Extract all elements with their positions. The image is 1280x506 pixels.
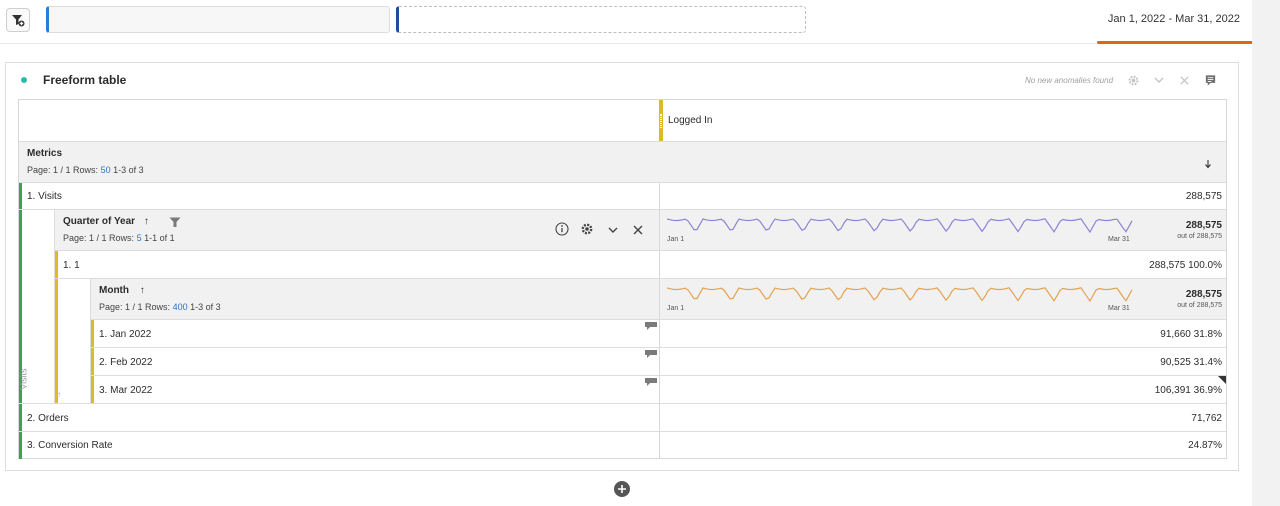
date-range[interactable]: Jan 1, 2022 - Mar 31, 2022 [1108,13,1240,25]
close-icon [633,225,643,235]
flag-icon[interactable] [645,322,657,330]
row-label: 2. Feb 2022 [99,357,153,368]
sort-down-icon [1205,160,1211,169]
row-value: 71,762 [1191,413,1222,424]
panel-settings-button[interactable] [1125,72,1141,88]
segment-field[interactable] [46,6,390,33]
chevron-down-icon [608,227,618,233]
comment-icon [1205,74,1215,86]
breakdown-side-label: Visits [18,368,29,390]
table-row[interactable]: 1. 1 288,575 100.0% [55,251,1226,279]
plus-circle-icon [614,481,630,497]
chevron-down-icon [1154,77,1164,83]
month-gutter [55,279,91,404]
table-row[interactable]: 1. Jan 2022 91,660 31.8% [91,320,1226,348]
sparkline-start: Jan 1 [667,305,685,312]
row-value: 288,575 100.0% [1149,260,1222,271]
month-sparkline [667,287,1133,303]
row-label: 1. 1 [63,260,80,271]
add-filter-button[interactable] [6,8,30,32]
row-label: 1. Jan 2022 [99,329,152,340]
filter-add-icon [12,15,25,27]
gear-icon [581,223,593,235]
quarter-sparkline [667,218,1133,234]
rows-per-page-select[interactable]: 50 [101,165,111,175]
metrics-title: Metrics [27,148,63,159]
info-icon [555,222,569,236]
month-pagination: Page: 1 / 1 Rows: 400 1-3 of 3 [99,302,221,312]
row-value: 106,391 36.9% [1154,385,1222,396]
month-total-sub: out of 288,575 [1177,302,1222,309]
month-breakdown-header: Month ↑ Page: 1 / 1 Rows: 400 1-3 of 3 J… [91,279,1226,320]
freeform-table: Logged In Metrics Page: 1 / 1 Rows: 50 1… [18,99,1227,459]
metrics-pagination: Page: 1 / 1 Rows: 50 1-3 of 3 [27,165,144,175]
top-bar: Jan 1, 2022 - Mar 31, 2022 [0,0,1280,44]
table-row[interactable]: 3. Conversion Rate 24.87% [19,432,1226,459]
panel-collapse-button[interactable] [1151,72,1167,88]
table-row[interactable]: 2. Orders 71,762 [19,404,1226,432]
month-total: 288,575 [1185,289,1222,300]
flag-icon[interactable] [645,378,657,386]
quarter-pagination: Page: 1 / 1 Rows: 5 1-1 of 1 [63,233,175,243]
rows-per-page-select[interactable]: 400 [173,302,188,312]
month-title[interactable]: Month ↑ [99,285,145,296]
info-button[interactable] [555,222,569,241]
close-icon [1179,75,1189,85]
scrollbar-track[interactable] [1252,0,1280,506]
column-header-logged-in[interactable]: Logged In [668,115,713,126]
sort-up-icon[interactable]: ↑ [144,216,149,227]
panel-close-button[interactable] [1176,72,1192,88]
breakdown-collapse-button[interactable] [607,223,619,241]
panel-notes-button[interactable] [1202,72,1218,88]
row-value: 90,525 31.4% [1160,357,1222,368]
flag-icon[interactable] [645,350,657,358]
table-row[interactable]: 1. Visits 288,575 [19,183,1226,210]
breakdown-close-button[interactable] [632,223,644,241]
quarter-total-sub: out of 288,575 [1177,233,1222,240]
segment-drop-zone[interactable] [396,6,806,33]
quarter-title[interactable]: Quarter of Year ↑ [63,216,149,227]
freeform-panel: Freeform table No new anomalies found Lo… [5,62,1239,471]
gear-icon [1128,75,1138,85]
sparkline-start: Jan 1 [667,236,685,243]
quarter-breakdown-header: Quarter of Year ↑ Page: 1 / 1 Rows: 5 1-… [55,210,1226,251]
row-value: 24.87% [1188,440,1222,451]
panel-title[interactable]: Freeform table [43,73,126,87]
panel-status-dot [21,77,27,83]
breakdown-settings-button[interactable] [580,222,594,241]
add-panel-button[interactable] [613,480,631,498]
row-label: 3. Conversion Rate [27,440,113,451]
rows-per-page-select[interactable]: 5 [137,233,142,243]
sparkline-end: Mar 31 [1108,305,1130,312]
metrics-sort-button[interactable] [1204,156,1212,174]
breakdown-gutter: Visits ↑ [18,210,61,404]
corner-marker-icon [1218,376,1226,384]
row-label: 3. Mar 2022 [99,385,153,396]
column-header-row: Logged In [19,100,1226,142]
sparkline-end: Mar 31 [1108,236,1130,243]
anomaly-status: No new anomalies found [1025,76,1114,85]
row-value: 91,660 31.8% [1160,329,1222,340]
metrics-header-row: Metrics Page: 1 / 1 Rows: 50 1-3 of 3 [19,142,1226,183]
filter-icon [169,217,181,227]
quarter-total: 288,575 [1185,220,1222,231]
row-value: 288,575 [1185,191,1222,202]
row-label: 1. Visits [27,191,62,202]
column-drag-handle[interactable] [659,100,663,141]
row-label: 2. Orders [27,413,69,424]
breakdown-filter-button[interactable] [169,215,181,233]
sort-up-icon[interactable]: ↑ [140,285,145,296]
table-row[interactable]: 3. Mar 2022 106,391 36.9% [91,376,1226,404]
table-row[interactable]: 2. Feb 2022 90,525 31.4% [91,348,1226,376]
